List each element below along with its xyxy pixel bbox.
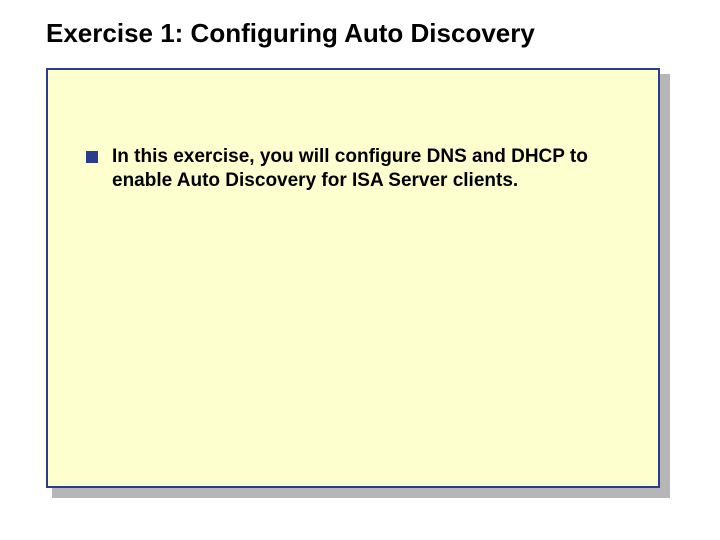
bullet-item: In this exercise, you will configure DNS… [86,145,628,193]
content-panel: In this exercise, you will configure DNS… [46,68,660,488]
square-bullet-icon [86,151,98,163]
slide: Exercise 1: Configuring Auto Discovery I… [0,0,720,540]
slide-title: Exercise 1: Configuring Auto Discovery [46,18,535,49]
bullet-text: In this exercise, you will configure DNS… [112,145,628,193]
